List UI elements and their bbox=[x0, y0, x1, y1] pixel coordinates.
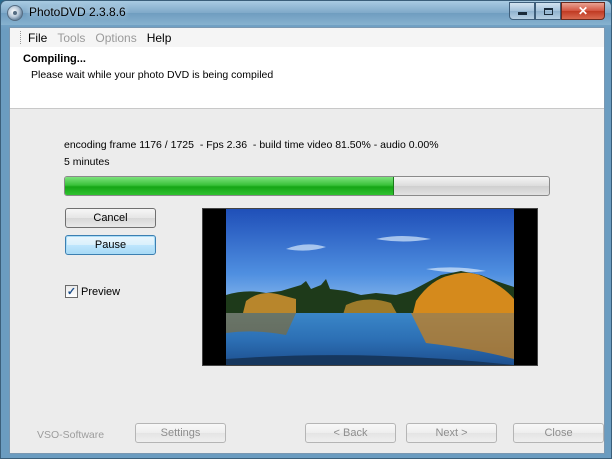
dvd-disc-icon[interactable] bbox=[7, 5, 23, 21]
maximize-button[interactable] bbox=[535, 2, 561, 20]
next-button[interactable]: Next > bbox=[406, 423, 497, 443]
preview-checkbox[interactable]: ✓ bbox=[65, 285, 78, 298]
time-remaining: 5 minutes bbox=[64, 156, 110, 168]
window-title: PhotoDVD 2.3.8.6 bbox=[29, 5, 126, 19]
close-window-button[interactable]: ✕ bbox=[561, 2, 605, 20]
settings-button[interactable]: Settings bbox=[135, 423, 226, 443]
menu-file[interactable]: File bbox=[28, 31, 47, 45]
preview-image bbox=[226, 209, 514, 365]
encoding-status: encoding frame 1176 / 1725 - Fps 2.36 - … bbox=[64, 139, 439, 151]
progress-bar bbox=[64, 176, 550, 196]
pause-button[interactable]: Pause bbox=[65, 235, 156, 255]
caption-buttons: ✕ bbox=[509, 2, 605, 20]
preview-toggle[interactable]: ✓ Preview bbox=[65, 285, 120, 298]
maximize-icon bbox=[543, 7, 553, 15]
preview-label[interactable]: Preview bbox=[81, 286, 120, 298]
close-button[interactable]: Close bbox=[513, 423, 604, 443]
menu-tools[interactable]: Tools bbox=[57, 31, 85, 45]
page-subtitle: Please wait while your photo DVD is bein… bbox=[31, 69, 274, 81]
menu-bar: File Tools Options Help bbox=[10, 28, 604, 47]
minimize-button[interactable] bbox=[509, 2, 535, 20]
checkmark-icon: ✓ bbox=[66, 286, 77, 298]
wizard-header: Compiling... Please wait while your phot… bbox=[10, 47, 604, 109]
brand-label: VSO-Software bbox=[37, 429, 105, 441]
client-area: File Tools Options Help Compiling... Ple… bbox=[9, 27, 605, 454]
menu-grip bbox=[20, 31, 22, 44]
main-window: PhotoDVD 2.3.8.6 ✕ File Tools Options He… bbox=[0, 0, 612, 459]
page-title: Compiling... bbox=[23, 53, 86, 65]
progress-fill bbox=[65, 177, 395, 195]
close-icon: ✕ bbox=[577, 4, 589, 18]
menu-options[interactable]: Options bbox=[95, 31, 136, 45]
preview-pane bbox=[202, 208, 538, 366]
cancel-button[interactable]: Cancel bbox=[65, 208, 156, 228]
title-bar[interactable]: PhotoDVD 2.3.8.6 ✕ bbox=[1, 1, 611, 25]
back-button[interactable]: < Back bbox=[305, 423, 396, 443]
menu-help[interactable]: Help bbox=[147, 31, 172, 45]
minimize-icon bbox=[517, 12, 527, 15]
